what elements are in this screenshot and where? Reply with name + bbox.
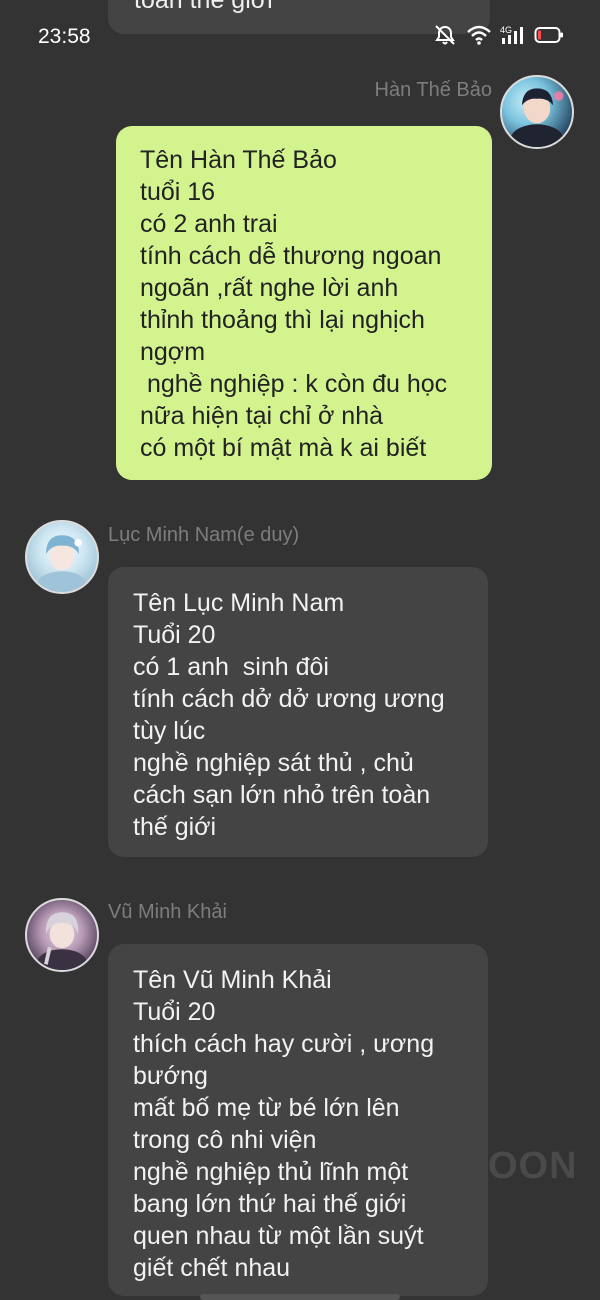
mute-icon: [432, 24, 458, 46]
avatar[interactable]: [500, 75, 574, 149]
message-bubble-npc[interactable]: Tên Lục Minh Nam Tuổi 20 có 1 anh sinh đ…: [108, 567, 488, 857]
sender-name: Lục Minh Nam(e duy): [108, 524, 300, 546]
status-time: 23:58: [38, 25, 91, 48]
watermark-logo: OON: [488, 1145, 578, 1187]
4g-signal-icon: 4G: [500, 24, 526, 46]
battery-low-icon: [534, 25, 564, 45]
sender-name: Hàn Thế Bảo: [374, 79, 493, 101]
status-bar: 23:58 4G: [0, 0, 600, 72]
home-indicator[interactable]: [200, 1294, 400, 1300]
status-icons: 4G: [432, 24, 564, 46]
avatar[interactable]: [25, 520, 99, 594]
sender-name: Vũ Minh Khải: [108, 901, 227, 923]
wifi-icon: [466, 24, 492, 46]
avatar[interactable]: [25, 898, 99, 972]
network-label: 4G: [500, 25, 512, 35]
message-bubble-npc[interactable]: Tên Vũ Minh Khải Tuổi 20 thích cách hay …: [108, 944, 488, 1296]
message-bubble-user[interactable]: Tên Hàn Thế Bảo tuổi 16 có 2 anh trai tí…: [116, 126, 492, 480]
